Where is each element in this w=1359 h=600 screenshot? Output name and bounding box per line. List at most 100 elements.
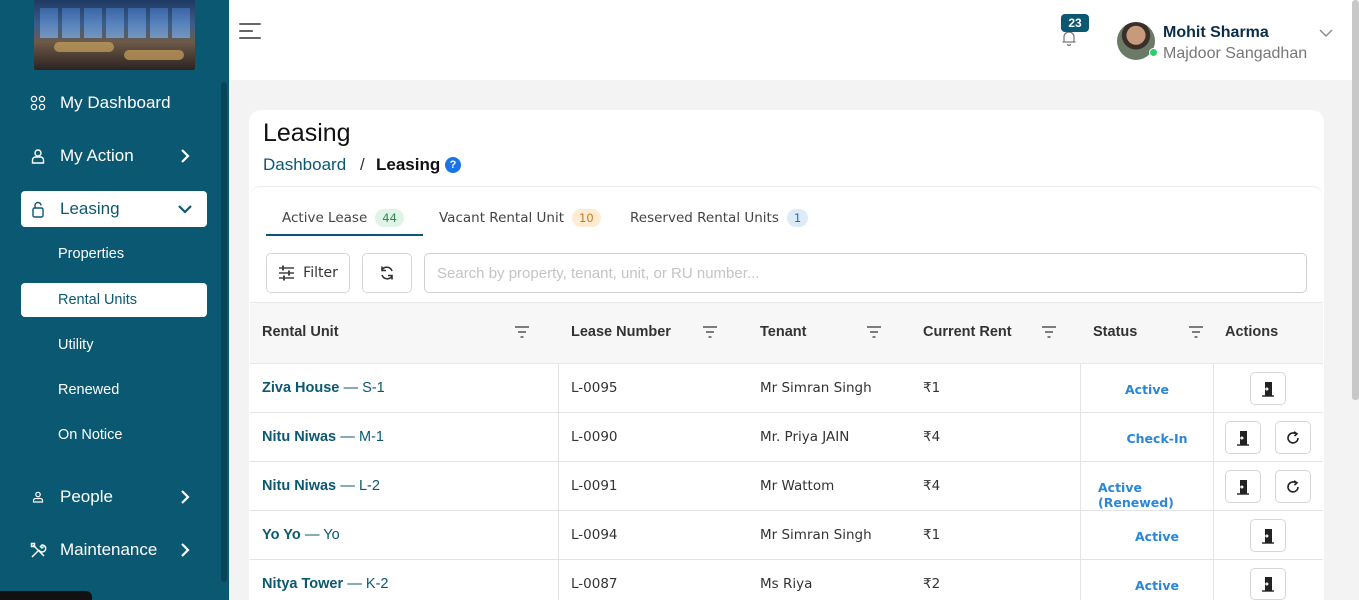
filter-label: Filter xyxy=(303,265,338,281)
lock-icon xyxy=(29,200,47,218)
chevron-down-icon[interactable] xyxy=(1319,27,1333,39)
sidebar-subitem-renewed[interactable]: Renewed xyxy=(21,373,207,407)
tab-count-badge: 1 xyxy=(786,209,809,227)
sidebar-subitem-properties[interactable]: Properties xyxy=(21,237,207,271)
door-exit-icon xyxy=(1237,479,1249,495)
page-title: Leasing xyxy=(263,119,351,147)
unit-code: — K-2 xyxy=(347,576,389,592)
sidebar-subitem-utility[interactable]: Utility xyxy=(21,328,207,362)
column-header-rental-unit[interactable]: Rental Unit xyxy=(262,324,339,340)
status-badge: Active xyxy=(1125,382,1169,397)
bell-icon[interactable] xyxy=(1061,30,1077,46)
online-status-dot xyxy=(1149,48,1158,57)
column-filter-icon[interactable] xyxy=(1041,326,1057,338)
checkout-button[interactable] xyxy=(1250,568,1286,600)
sidebar-item-label: Leasing xyxy=(60,199,120,218)
sidebar-item-my-action[interactable]: My Action xyxy=(21,138,207,174)
lease-number-cell: L-0091 xyxy=(571,478,618,494)
rent-cell: ₹4 xyxy=(923,429,941,445)
lease-number-cell: L-0095 xyxy=(571,380,618,396)
user-name[interactable]: Mohit Sharma xyxy=(1163,24,1269,42)
sidebar-item-maintenance[interactable]: Maintenance xyxy=(21,532,207,568)
column-header-lease-number[interactable]: Lease Number xyxy=(571,324,671,340)
rent-cell: ₹1 xyxy=(923,380,941,396)
recording-overlay xyxy=(0,591,92,600)
unit-name-link[interactable]: Yo Yo xyxy=(262,527,301,543)
chevron-down-icon xyxy=(178,205,192,214)
tenant-cell: Ms Riya xyxy=(760,576,813,592)
column-divider xyxy=(1080,364,1081,600)
checkout-button[interactable] xyxy=(1250,372,1286,405)
rental-unit-cell[interactable]: Nitu Niwas — L-2 xyxy=(262,478,380,494)
sidebar-scrollbar[interactable] xyxy=(221,82,227,582)
breadcrumb-separator: / xyxy=(360,155,365,174)
sliders-icon xyxy=(279,265,295,281)
tab-label: Reserved Rental Units xyxy=(630,210,779,226)
column-header-actions: Actions xyxy=(1225,324,1279,340)
rental-unit-cell[interactable]: Yo Yo — Yo xyxy=(262,527,340,543)
renew-button[interactable] xyxy=(1275,421,1311,454)
person-icon xyxy=(29,488,47,506)
checkout-button[interactable] xyxy=(1250,519,1286,552)
tenant-cell: Mr Simran Singh xyxy=(760,527,872,543)
sidebar-item-label: My Dashboard xyxy=(60,93,171,112)
renew-button[interactable] xyxy=(1275,470,1311,503)
search-input[interactable] xyxy=(424,253,1307,293)
sidebar-subitem-rental-units[interactable]: Rental Units xyxy=(21,283,207,317)
rent-cell: ₹4 xyxy=(923,478,941,494)
tenant-cell: Mr Simran Singh xyxy=(760,380,872,396)
unit-name-link[interactable]: Nitu Niwas xyxy=(262,478,336,494)
lease-number-cell: L-0094 xyxy=(571,527,618,543)
sidebar-item-people[interactable]: People xyxy=(21,479,207,515)
user-organization: Majdoor Sangadhan xyxy=(1163,45,1308,62)
tools-icon xyxy=(29,541,47,559)
sidebar-item-label: Maintenance xyxy=(60,540,158,559)
chevron-right-icon xyxy=(181,490,190,504)
menu-toggle-icon[interactable] xyxy=(239,22,261,40)
rental-unit-cell[interactable]: Nitya Tower — K-2 xyxy=(262,576,389,592)
door-exit-icon xyxy=(1237,430,1249,446)
property-logo-image xyxy=(34,0,195,70)
rent-cell: ₹2 xyxy=(923,576,941,592)
chevron-right-icon xyxy=(181,543,190,557)
refresh-button[interactable] xyxy=(362,253,412,293)
lease-number-cell: L-0087 xyxy=(571,576,618,592)
rental-unit-cell[interactable]: Ziva House — S-1 xyxy=(262,380,385,396)
column-filter-icon[interactable] xyxy=(702,326,718,338)
unit-name-link[interactable]: Ziva House xyxy=(262,380,339,396)
tab-reserved-rental-units[interactable]: Reserved Rental Units 1 xyxy=(630,200,809,236)
user-icon xyxy=(29,147,47,165)
unit-code: — S-1 xyxy=(343,380,385,396)
grid-icon xyxy=(29,94,47,112)
tab-label: Vacant Rental Unit xyxy=(439,210,565,226)
sidebar-item-leasing[interactable]: Leasing xyxy=(21,191,207,227)
tab-active-lease[interactable]: Active Lease 44 xyxy=(282,200,404,236)
page-scrollbar[interactable] xyxy=(1352,0,1359,400)
unit-name-link[interactable]: Nitu Niwas xyxy=(262,429,336,445)
help-icon[interactable]: ? xyxy=(445,157,461,173)
breadcrumb-dashboard-link[interactable]: Dashboard xyxy=(263,155,346,175)
sidebar-subitem-on-notice[interactable]: On Notice xyxy=(21,418,207,452)
column-header-status[interactable]: Status xyxy=(1093,324,1137,340)
column-filter-icon[interactable] xyxy=(1188,326,1204,338)
filter-button[interactable]: Filter xyxy=(266,253,350,293)
unit-name-link[interactable]: Nitya Tower xyxy=(262,576,343,592)
checkout-button[interactable] xyxy=(1225,470,1261,503)
notification-badge[interactable]: 23 xyxy=(1061,14,1089,32)
sidebar-item-dashboard[interactable]: My Dashboard xyxy=(21,85,207,121)
column-filter-icon[interactable] xyxy=(514,326,530,338)
rental-unit-cell[interactable]: Nitu Niwas — M-1 xyxy=(262,429,384,445)
top-bar: 23 Mohit Sharma Majdoor Sangadhan xyxy=(229,0,1359,80)
door-exit-icon xyxy=(1262,381,1274,397)
checkout-button[interactable] xyxy=(1225,421,1261,454)
unit-code: — L-2 xyxy=(340,478,380,494)
unit-code: — M-1 xyxy=(340,429,384,445)
column-header-tenant[interactable]: Tenant xyxy=(760,324,806,340)
column-header-current-rent[interactable]: Current Rent xyxy=(923,324,1012,340)
column-filter-icon[interactable] xyxy=(866,326,882,338)
tab-vacant-rental-unit[interactable]: Vacant Rental Unit 10 xyxy=(439,200,601,236)
refresh-icon xyxy=(381,266,393,280)
sidebar-item-label: My Action xyxy=(60,146,134,165)
lease-number-cell: L-0090 xyxy=(571,429,618,445)
sidebar: My Dashboard My Action Leasing Propertie… xyxy=(0,0,229,600)
